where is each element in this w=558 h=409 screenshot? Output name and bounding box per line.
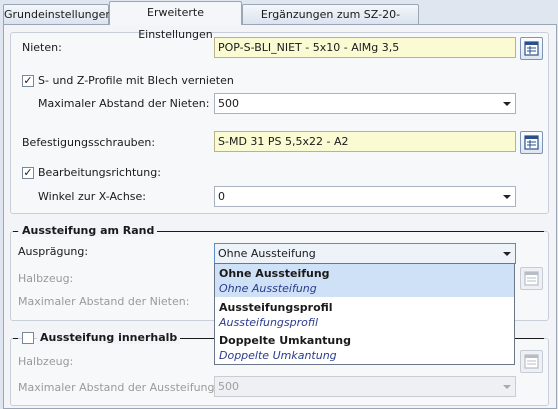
edge-semi-catalog-button[interactable] — [520, 267, 543, 290]
screws-label: Befestigungsschrauben: — [22, 136, 156, 149]
catalog-icon — [524, 354, 539, 369]
group-line — [131, 231, 544, 232]
edge-type-dropdown-list: Ohne Aussteifung Ohne Aussteifung Ausste… — [214, 263, 515, 365]
inner-stiffening-checkbox[interactable] — [22, 332, 34, 344]
direction-label: Bearbeitungsrichtung: — [38, 166, 161, 179]
dropdown-option-ohne-aussteifung[interactable]: Ohne Aussteifung Ohne Aussteifung — [215, 264, 514, 297]
chevron-down-icon — [503, 195, 511, 199]
tab-grundeinstellungen[interactable]: Grundeinstellungen — [3, 4, 112, 24]
rivets-field[interactable]: POP-S-BLI_NIET - 5x10 - AlMg 3,5 — [214, 37, 516, 58]
group-line — [13, 338, 18, 339]
inner-max-label: Maximaler Abstand der Aussteifungen: — [18, 381, 232, 394]
rivets-label: Nieten: — [22, 41, 62, 54]
inner-max-select[interactable]: 500 — [214, 376, 516, 397]
catalog-icon — [524, 135, 539, 150]
angle-value: 0 — [218, 190, 225, 203]
angle-label: Winkel zur X-Achse: — [38, 190, 146, 203]
edge-type-select[interactable]: Ohne Aussteifung — [214, 243, 516, 264]
screws-field[interactable]: S-MD 31 PS 5,5x22 - A2 — [214, 131, 516, 152]
edge-type-value: Ohne Aussteifung — [218, 247, 316, 260]
chevron-down-icon — [503, 102, 511, 106]
edge-stiffening-title: Aussteifung am Rand — [19, 224, 158, 237]
angle-select[interactable]: 0 — [214, 186, 516, 207]
option-title: Doppelte Umkantung — [219, 334, 351, 347]
dropdown-option-aussteifungsprofil[interactable]: Aussteifungsprofil Aussteifungsprofil — [215, 298, 514, 331]
inner-max-value: 500 — [218, 380, 239, 393]
edge-semi-label: Halbzeug: — [18, 272, 74, 285]
screws-catalog-button[interactable] — [520, 131, 543, 154]
tab-erweiterte-einstellungen[interactable]: Erweiterte Einstellungen — [109, 1, 242, 41]
chevron-down-icon — [503, 385, 511, 389]
rivets-catalog-button[interactable] — [520, 37, 543, 60]
inner-semi-catalog-button[interactable] — [520, 350, 543, 373]
check-icon: ✓ — [23, 74, 33, 87]
sz-profile-checkbox[interactable]: ✓ — [22, 75, 34, 87]
direction-checkbox[interactable]: ✓ — [22, 167, 34, 179]
sz-profile-label: S- und Z-Profile mit Blech vernieten — [38, 74, 234, 87]
check-icon: ✓ — [23, 166, 33, 179]
inner-semi-label: Halbzeug: — [18, 355, 74, 368]
option-subtitle: Ohne Aussteifung — [219, 282, 317, 295]
tab-bar: Grundeinstellungen Erweiterte Einstellun… — [0, 0, 558, 41]
rivet-max-distance-value: 500 — [218, 97, 239, 110]
group-line — [13, 231, 18, 232]
option-subtitle: Aussteifungsprofil — [219, 316, 319, 329]
tab-ergaenzungen-sz20[interactable]: Ergänzungen zum SZ-20-Standard — [242, 4, 419, 40]
rivet-max-distance-label: Maximaler Abstand der Nieten: — [38, 97, 210, 110]
edge-max-label: Maximaler Abstand der Nieten: — [18, 295, 190, 308]
edge-type-label: Ausprägung: — [18, 245, 89, 258]
chevron-down-icon — [503, 252, 511, 256]
catalog-icon — [524, 41, 539, 56]
inner-stiffening-title: Aussteifung innerhalb — [37, 331, 181, 344]
option-subtitle: Doppelte Umkantung — [219, 349, 337, 362]
rivet-max-distance-select[interactable]: 500 — [214, 93, 516, 114]
catalog-icon — [524, 271, 539, 286]
dropdown-option-doppelte-umkantung[interactable]: Doppelte Umkantung Doppelte Umkantung — [215, 331, 514, 364]
option-title: Ohne Aussteifung — [219, 267, 330, 280]
option-title: Aussteifungsprofil — [219, 301, 333, 314]
